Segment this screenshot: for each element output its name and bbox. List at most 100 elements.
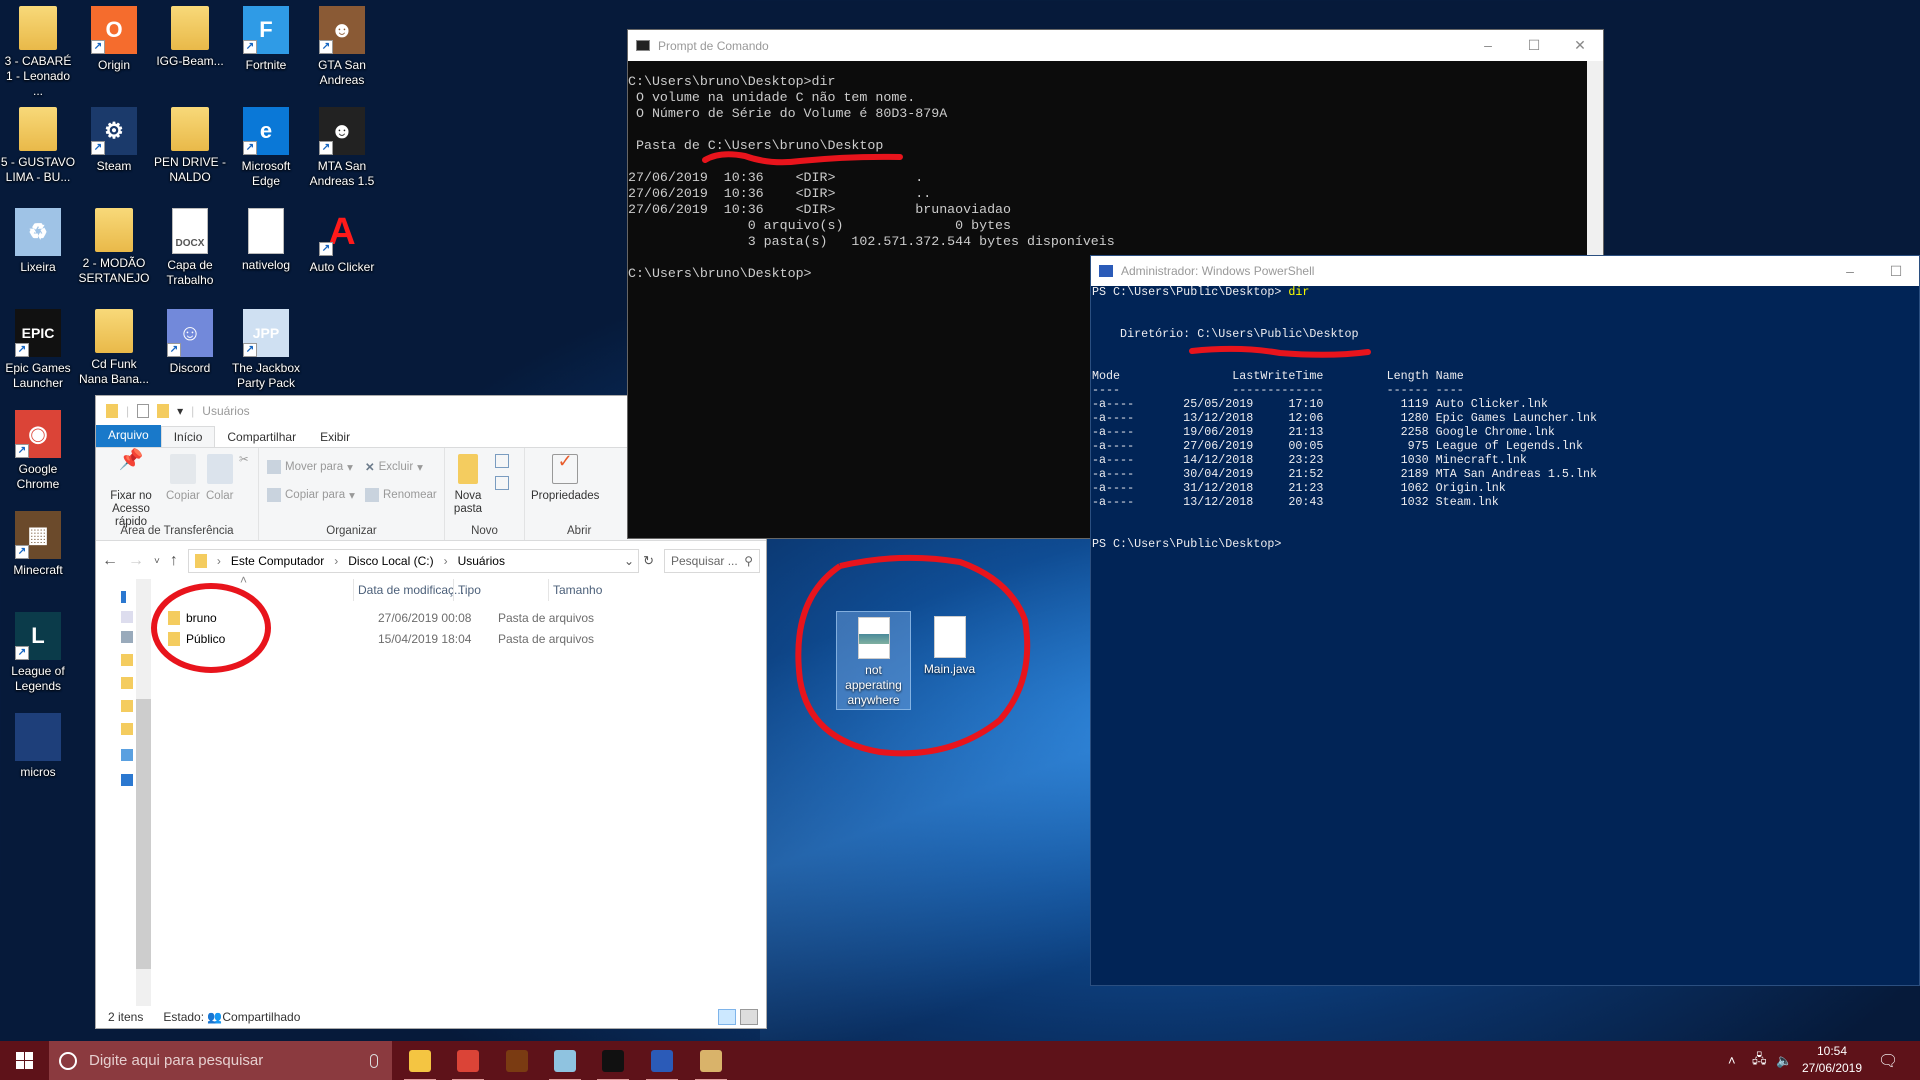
address-bar[interactable]: › Este Computador › Disco Local (C:) › Usuá… [187, 549, 640, 573]
desktop-icon[interactable]: 3 - CABARÉ 1 - Leonado ... [0, 0, 76, 101]
taskbar-clock[interactable]: 10:54 27/06/2019 [1800, 1043, 1864, 1077]
forward-button[interactable]: → [128, 552, 144, 570]
back-button[interactable]: ← [102, 552, 118, 570]
desktop-icon[interactable]: ♻ Lixeira [0, 202, 76, 303]
tab-compartilhar[interactable]: Compartilhar [215, 427, 308, 447]
cmd-line: 3 pasta(s) 102.571.372.544 bytes disponí… [628, 234, 1115, 249]
breadcrumb-item[interactable]: Este Computador [231, 554, 324, 568]
desktop-icon[interactable]: ☺ ↗ Discord [152, 303, 228, 404]
new-folder-qat-icon[interactable] [157, 404, 170, 418]
recent-locations-button[interactable]: ˅ [154, 556, 160, 567]
new-item-icon[interactable] [495, 454, 509, 468]
desktop-icon[interactable]: EPIC ↗ Epic Games Launcher [0, 303, 76, 404]
desktop-icon[interactable]: IGG-Beam... [152, 0, 228, 101]
search-input[interactable]: Pesquisar ... ⚲ [664, 549, 760, 573]
desktop-file-main-java[interactable]: Main.java [912, 611, 987, 710]
nav-scrollbar-thumb[interactable] [136, 699, 151, 969]
taskbar-paint-button[interactable] [691, 1046, 731, 1080]
network-icon[interactable]: 🖧 [1752, 1041, 1767, 1080]
tab-exibir[interactable]: Exibir [308, 427, 362, 447]
paste-button[interactable]: Colar [206, 454, 233, 503]
volume-icon[interactable]: 🔈 [1776, 1041, 1792, 1080]
address-dropdown-icon[interactable]: ⌄ [624, 554, 634, 568]
desktop-icon[interactable]: ◉ ↗ Google Chrome [0, 404, 76, 505]
start-button[interactable] [0, 1041, 49, 1080]
taskbar-fl-studio-button[interactable] [497, 1046, 537, 1076]
properties-check-icon: ✓ [552, 452, 579, 484]
desktop-icon[interactable]: ☻ ↗ MTA San Andreas 1.5 [304, 101, 380, 202]
powershell-titlebar[interactable]: Administrador: Windows PowerShell – ☐ [1091, 256, 1919, 286]
powershell-window[interactable]: Administrador: Windows PowerShell – ☐ PS… [1090, 255, 1920, 986]
properties-button[interactable]: ✓ Propriedades [531, 452, 599, 503]
navigation-bar: ← → ˅ ↑ › Este Computador › Disco Local (C… [96, 541, 766, 581]
taskbar-notepad-button[interactable] [545, 1046, 585, 1080]
file-row-publico[interactable]: Público 15/04/2019 18:04 Pasta de arquiv… [156, 629, 766, 649]
taskbar-file-explorer-button[interactable] [400, 1046, 440, 1080]
easy-access-icon[interactable] [495, 476, 509, 490]
column-type[interactable]: Tipo [453, 583, 481, 597]
properties-qat-icon[interactable] [137, 404, 150, 418]
action-center-icon[interactable]: 🗨 [1878, 1041, 1898, 1080]
close-button[interactable]: ✕ [1557, 37, 1603, 54]
microphone-icon[interactable] [370, 1053, 378, 1068]
tab-inicio[interactable]: Início [160, 426, 216, 447]
desktop-icon-label: 5 - GUSTAVO LIMA - BU... [0, 155, 76, 184]
up-button[interactable]: ↑ [170, 552, 178, 570]
taskbar-search-box[interactable]: Digite aqui para pesquisar [49, 1041, 392, 1080]
taskbar-powershell-button[interactable] [642, 1046, 682, 1080]
cmd-line: O Número de Série do Volume é 80D3-879A [628, 106, 948, 121]
powershell-line: Mode LastWriteTime Length Name [1092, 369, 1464, 383]
picture-icon [121, 631, 133, 643]
desktop-file-not-apperating-anywhere[interactable]: not apperating anywhere [836, 611, 911, 710]
breadcrumb-item[interactable]: Usuários [458, 554, 505, 568]
desktop-icon[interactable]: JPP ↗ The Jackbox Party Pack [228, 303, 304, 404]
desktop-icon[interactable]: ▦ ↗ Minecraft [0, 505, 76, 606]
discord-icon: ☺ ↗ [167, 309, 213, 357]
maximize-button[interactable]: ☐ [1873, 263, 1919, 280]
desktop-icon[interactable]: O ↗ Origin [76, 0, 152, 101]
tab-arquivo[interactable]: Arquivo [96, 425, 161, 447]
desktop-icon[interactable]: ⚙ ↗ Steam [76, 101, 152, 202]
desktop-icon[interactable]: e ↗ Microsoft Edge [228, 101, 304, 202]
minimize-button[interactable]: – [1465, 37, 1511, 54]
desktop-icon[interactable]: DOCX Capa de Trabalho [152, 202, 228, 303]
cmd-titlebar[interactable]: Prompt de Comando – ☐ ✕ [628, 30, 1603, 61]
scissors-icon[interactable]: ✂ [239, 452, 249, 466]
navigation-pane[interactable] [96, 579, 152, 1006]
desktop-icon[interactable]: 2 - MODÃO SERTANEJO [76, 202, 152, 303]
desktop-icon[interactable]: nativelog [228, 202, 304, 303]
rename-button[interactable]: Renomear [365, 488, 437, 502]
delete-button[interactable]: ✕ Excluir ▾ [365, 460, 423, 474]
copy-button[interactable]: Copiar [166, 454, 200, 503]
move-to-button[interactable]: Mover para ▾ [267, 460, 353, 474]
qat-dropdown-icon[interactable]: ▾ [177, 404, 183, 418]
column-size[interactable]: Tamanho [553, 583, 602, 597]
desktop-icon[interactable]: A ↗ Auto Clicker [304, 202, 380, 303]
desktop-icon[interactable]: ☻ ↗ GTA San Andreas [304, 0, 380, 101]
desktop-icon[interactable]: Cd Funk Nana Bana... [76, 303, 152, 404]
drive-icon [121, 774, 133, 786]
large-icons-view-button[interactable] [740, 1009, 758, 1025]
pin-icon: 📌 [118, 449, 144, 471]
desktop-icon[interactable]: 5 - GUSTAVO LIMA - BU... [0, 101, 76, 202]
taskbar-chrome-button[interactable] [448, 1046, 488, 1080]
desktop-icon[interactable]: F ↗ Fortnite [228, 0, 304, 101]
pin-quick-access-button[interactable]: 📌 Fixar no Acesso rápido [98, 449, 164, 529]
maximize-button[interactable]: ☐ [1511, 37, 1557, 54]
refresh-button[interactable]: ↻ [643, 553, 654, 569]
taskbar-command-prompt-button[interactable] [593, 1046, 633, 1080]
breadcrumb-item[interactable]: Disco Local (C:) [348, 554, 433, 568]
details-view-button[interactable] [718, 1009, 736, 1025]
powershell-output[interactable]: PS C:\Users\Public\Desktop> dir Diretóri… [1092, 285, 1597, 551]
desktop-icon[interactable]: L ↗ League of Legends [0, 606, 76, 707]
copy-to-button[interactable]: Copiar para ▾ [267, 488, 355, 502]
desktop-icon[interactable]: micros [0, 707, 76, 808]
file-row-bruno[interactable]: bruno 27/06/2019 00:08 Pasta de arquivos [156, 608, 766, 628]
desktop-icon[interactable]: PEN DRIVE - NALDO [152, 101, 228, 202]
desktop-icon-label: Origin [97, 58, 130, 72]
minimize-button[interactable]: – [1827, 263, 1873, 280]
new-folder-button[interactable]: Nova pasta [451, 454, 485, 516]
column-date[interactable]: Data de modificaç... [358, 583, 464, 597]
show-hidden-icons-button[interactable]: ˄ [1728, 1041, 1736, 1080]
cmd-output[interactable]: C:\Users\bruno\Desktop>dir O volume na u… [628, 74, 1115, 282]
